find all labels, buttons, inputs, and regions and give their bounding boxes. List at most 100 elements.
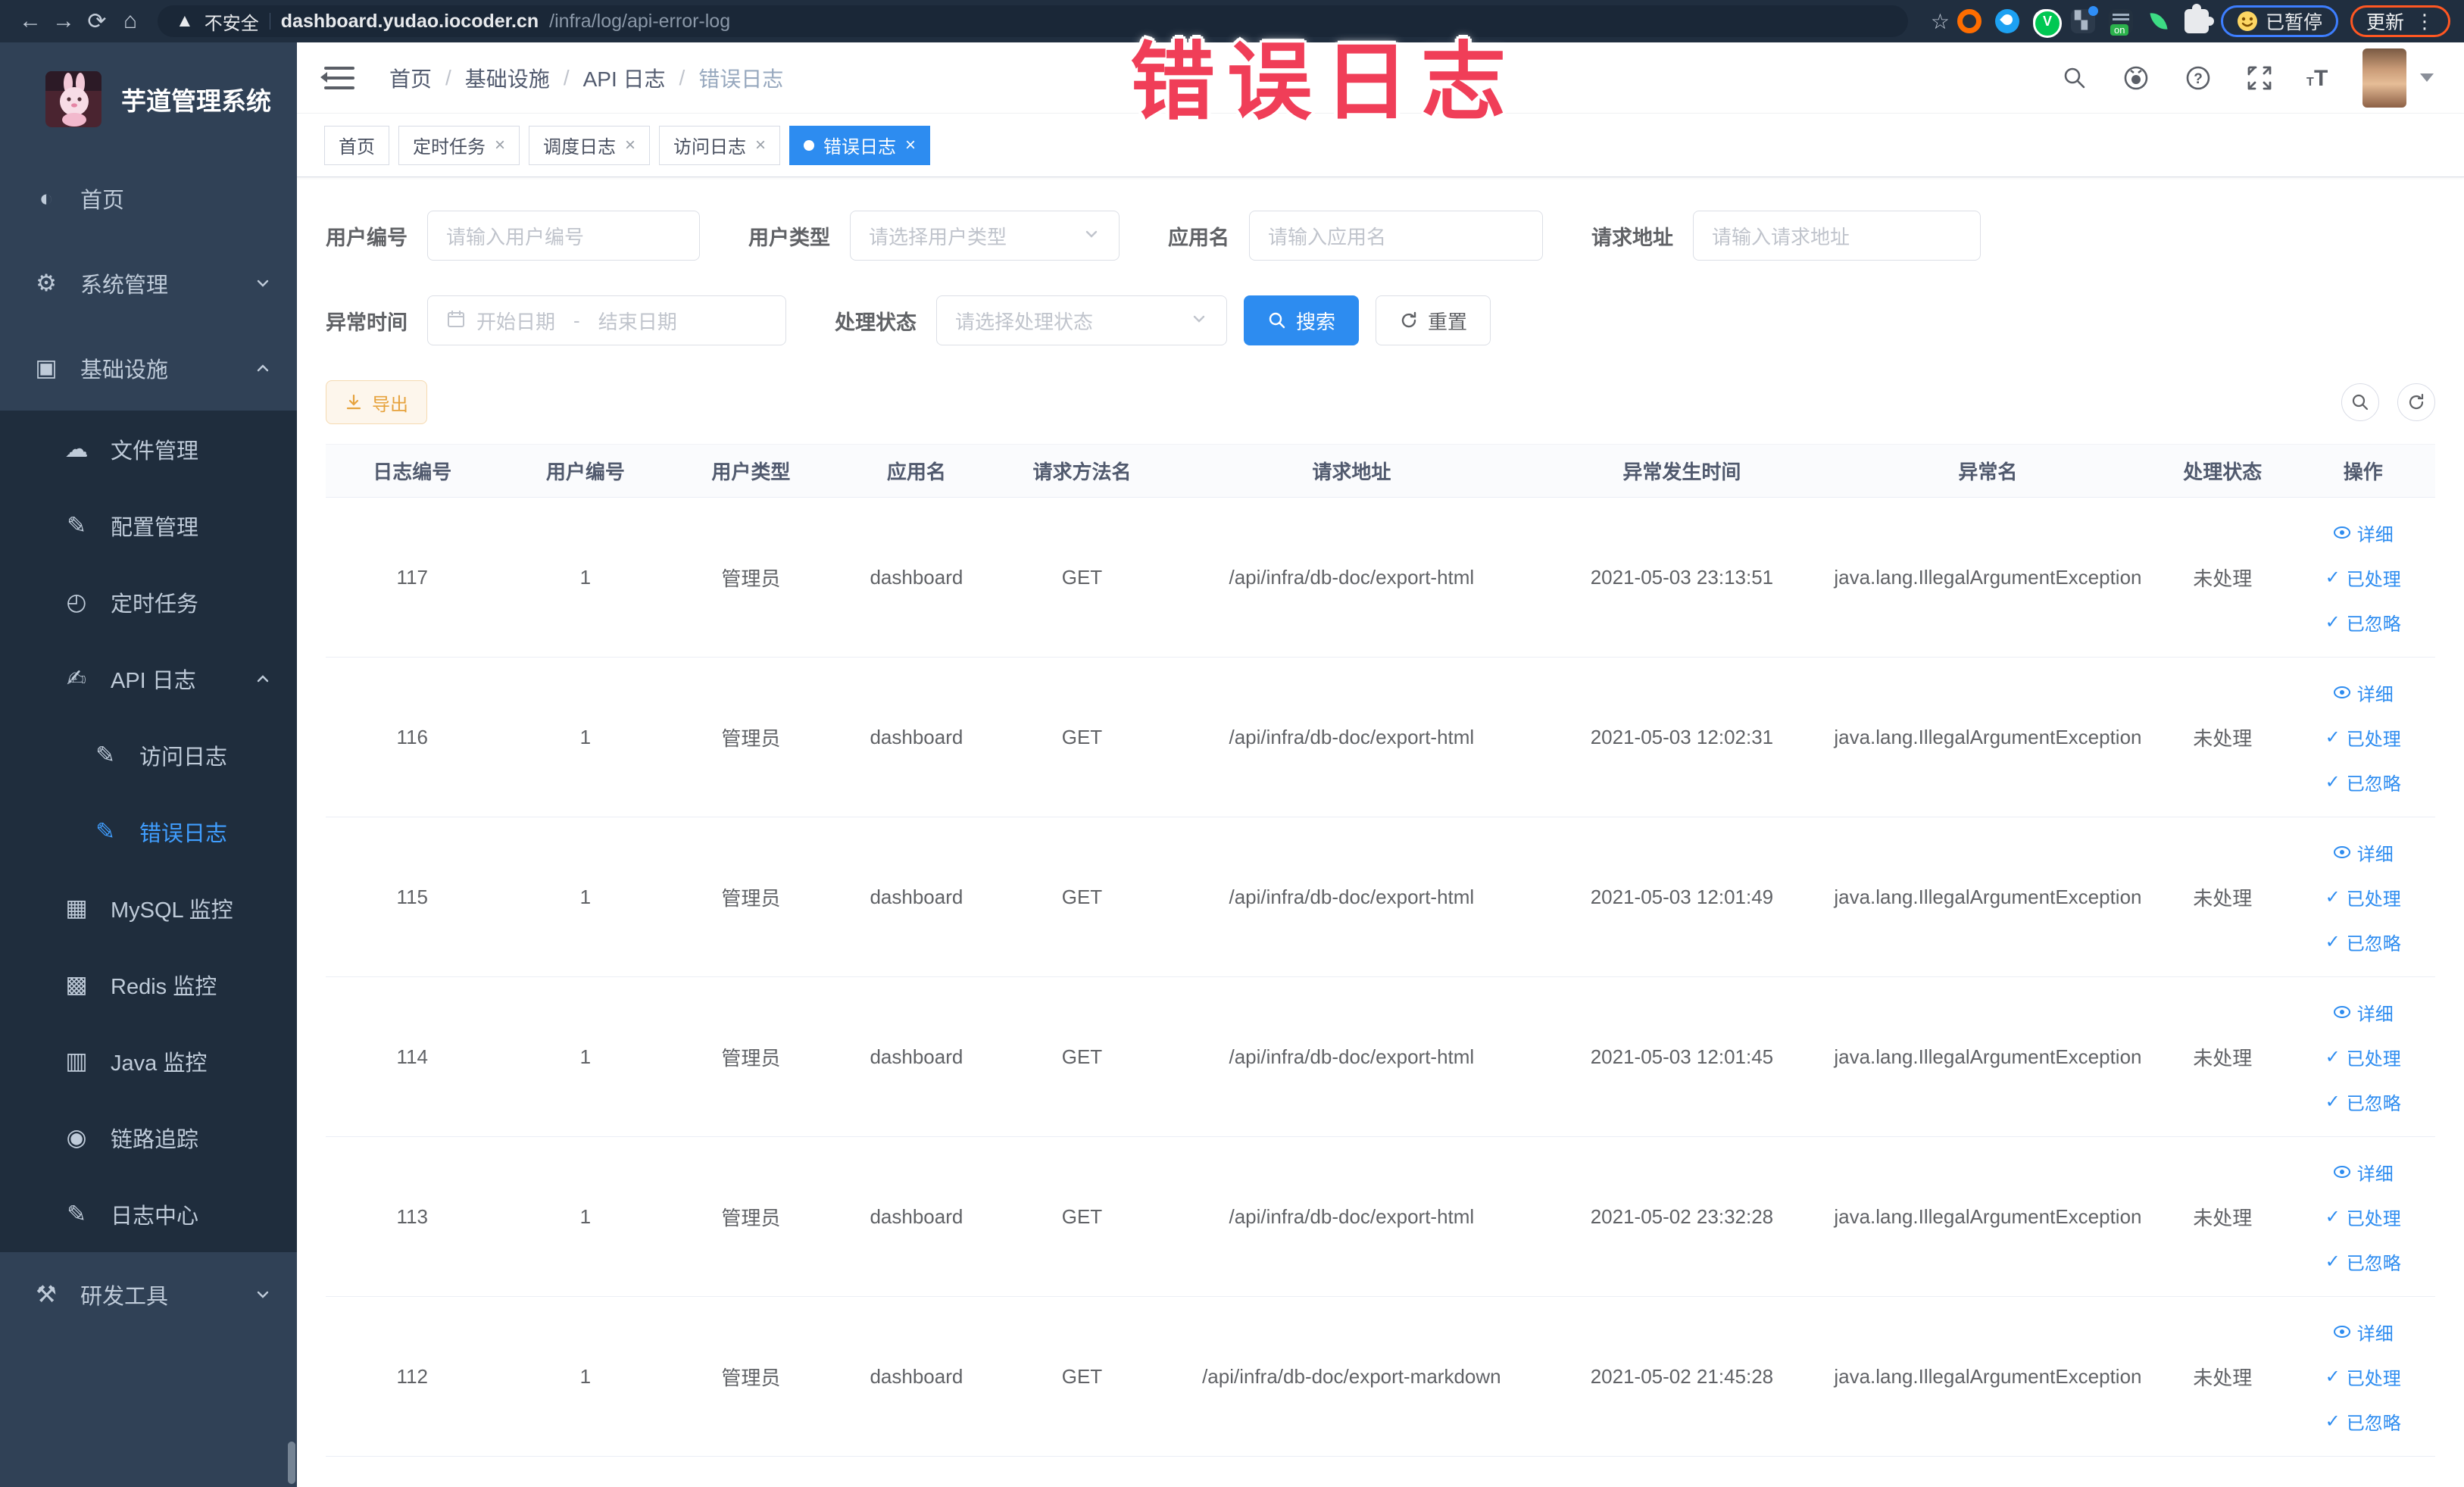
sidebar-item-scheduled-tasks[interactable]: ◴ 定时任务 — [0, 564, 297, 640]
tab-schedule-log[interactable]: 调度日志 × — [529, 125, 651, 165]
extension-leaf-icon[interactable] — [2147, 9, 2171, 33]
action-processed-link[interactable]: ✓ 已处理 — [2325, 724, 2401, 751]
bookmark-star-icon[interactable]: ☆ — [1931, 9, 1950, 34]
user-type-select[interactable]: 请选择用户类型 — [850, 211, 1120, 261]
user-menu-caret-icon[interactable] — [2420, 73, 2434, 89]
forward-icon[interactable]: → — [47, 8, 80, 34]
request-url-label: 请求地址 — [1591, 226, 1673, 249]
browser-menu-kebab-icon[interactable]: ⋮ — [2415, 10, 2434, 33]
sidebar-item-infrastructure[interactable]: ▣ 基础设施 — [0, 326, 297, 411]
close-icon[interactable]: × — [625, 135, 636, 156]
breadcrumb-home[interactable]: 首页 — [389, 63, 432, 93]
action-detail-link[interactable]: 详细 — [2333, 1319, 2394, 1345]
action-detail-link[interactable]: 详细 — [2333, 520, 2394, 546]
action-detail-link[interactable]: 详细 — [2333, 999, 2394, 1026]
extension-green-v-icon[interactable] — [2032, 9, 2062, 38]
sidebar-collapse-icon[interactable] — [320, 65, 354, 91]
col-status: 处理状态 — [2153, 444, 2291, 498]
action-processed-link[interactable]: ✓ 已处理 — [2325, 1044, 2401, 1070]
action-ignored-link[interactable]: ✓ 已忽略 — [2325, 1248, 2401, 1275]
help-icon[interactable]: ? — [2184, 64, 2213, 92]
extension-orange-icon[interactable] — [1957, 9, 1982, 33]
cell-app-name: dashboard — [870, 565, 963, 589]
action-processed-link[interactable]: ✓ 已处理 — [2325, 884, 2401, 911]
request-url-input[interactable]: 请输入请求地址 — [1693, 211, 1981, 261]
close-icon[interactable]: × — [495, 135, 505, 156]
toggle-search-button[interactable] — [2341, 383, 2379, 421]
sidebar-item-api-log[interactable]: ✍ API 日志 — [0, 640, 297, 717]
search-button[interactable]: 搜索 — [1244, 295, 1360, 345]
action-ignored-link[interactable]: ✓ 已忽略 — [2325, 1089, 2401, 1115]
process-status-select[interactable]: 请选择处理状态 — [936, 295, 1227, 345]
action-processed-link[interactable]: ✓ 已处理 — [2325, 1204, 2401, 1230]
extension-icons — [1957, 4, 2214, 38]
cell-user-id: 1 — [579, 1204, 592, 1228]
exception-time-range-picker[interactable]: 开始日期 - 结束日期 — [427, 295, 786, 345]
sidebar-item-log-center[interactable]: ✎ 日志中心 — [0, 1176, 297, 1252]
action-detail-link[interactable]: 详细 — [2333, 839, 2394, 866]
tab-scheduled-tasks[interactable]: 定时任务 × — [398, 125, 520, 165]
tab-error-log[interactable]: 错误日志 × — [789, 125, 931, 165]
update-button[interactable]: 更新 ⋮ — [2350, 5, 2450, 37]
github-icon[interactable] — [2122, 64, 2150, 92]
action-detail-link[interactable]: 详细 — [2333, 1159, 2394, 1186]
close-icon[interactable]: × — [755, 135, 766, 156]
action-detail-link[interactable]: 详细 — [2333, 679, 2394, 706]
redis-icon: ▩ — [65, 970, 88, 998]
sidebar-item-system-management[interactable]: ⚙ 系统管理 — [0, 241, 297, 326]
sidebar-item-java-monitor[interactable]: ▥ Java 监控 — [0, 1023, 297, 1099]
access-log-icon: ✎ — [95, 741, 115, 768]
smiley-icon — [2237, 11, 2257, 31]
action-ignored-link[interactable]: ✓ 已忽略 — [2325, 769, 2401, 795]
paused-badge[interactable]: 已暂停 — [2220, 5, 2338, 37]
back-icon[interactable]: ← — [14, 8, 47, 34]
app-logo-row[interactable]: 芋道管理系统 — [0, 42, 297, 156]
cell-user-type: 管理员 — [721, 886, 781, 910]
address-bar[interactable]: ▲ 不安全 dashboard.yudao.iocoder.cn /infra/… — [158, 5, 1908, 37]
font-size-icon[interactable]: TT — [2306, 64, 2337, 92]
sidebar-item-home[interactable]: ◐ 首页 — [0, 156, 297, 241]
reload-icon[interactable]: ⟳ — [80, 8, 114, 35]
export-button[interactable]: 导出 — [326, 380, 427, 424]
breadcrumb-infrastructure[interactable]: 基础设施 — [465, 63, 550, 93]
sidebar-scrollbar[interactable] — [288, 1442, 295, 1484]
action-processed-link[interactable]: ✓ 已处理 — [2325, 1364, 2401, 1390]
table-row: 116 1 管理员 dashboard GET /api/infra/db-do… — [326, 657, 2435, 817]
close-icon[interactable]: × — [905, 135, 916, 156]
extension-grid-icon[interactable] — [2070, 6, 2098, 33]
cell-user-id: 1 — [579, 1364, 592, 1388]
user-avatar[interactable] — [2363, 48, 2406, 108]
search-icon[interactable] — [2061, 64, 2088, 92]
fullscreen-icon[interactable] — [2246, 64, 2273, 92]
exception-time-label: 异常时间 — [326, 311, 408, 334]
table-toolbar: 导出 — [326, 380, 2435, 424]
breadcrumb-api-log[interactable]: API 日志 — [583, 63, 666, 93]
log-note-icon: ✍ — [67, 664, 86, 692]
check-icon: ✓ — [2325, 931, 2341, 952]
sidebar-item-file-management[interactable]: ☁ 文件管理 — [0, 411, 297, 487]
sidebar-item-trace[interactable]: ◉ 链路追踪 — [0, 1099, 297, 1176]
tab-home[interactable]: 首页 — [324, 125, 389, 165]
action-ignored-link[interactable]: ✓ 已忽略 — [2325, 929, 2401, 955]
action-ignored-link[interactable]: ✓ 已忽略 — [2325, 609, 2401, 636]
home-icon[interactable]: ⌂ — [114, 8, 147, 34]
sidebar-item-access-log[interactable]: ✎ 访问日志 — [0, 717, 297, 793]
app-name-input[interactable]: 请输入应用名 — [1249, 211, 1543, 261]
sidebar-item-config-management[interactable]: ✎ 配置管理 — [0, 487, 297, 564]
tab-access-log[interactable]: 访问日志 × — [659, 125, 781, 165]
update-label: 更新 — [2366, 12, 2404, 33]
action-processed-link[interactable]: ✓ 已处理 — [2325, 564, 2401, 591]
extensions-puzzle-icon[interactable] — [2184, 4, 2214, 33]
sidebar-item-mysql-monitor[interactable]: ▦ MySQL 监控 — [0, 870, 297, 946]
user-id-input[interactable]: 请输入用户编号 — [427, 211, 700, 261]
extension-blue-pin-icon[interactable] — [1994, 9, 2019, 33]
sidebar-item-dev-tools[interactable]: ⚒ 研发工具 — [0, 1252, 297, 1337]
sidebar-item-error-log[interactable]: ✎ 错误日志 — [0, 793, 297, 870]
cell-exception-name: java.lang.IllegalArgumentException — [1834, 1045, 2142, 1068]
refresh-button[interactable] — [2397, 383, 2435, 421]
extension-on-switch-icon[interactable] — [2108, 9, 2133, 36]
sidebar-item-redis-monitor[interactable]: ▩ Redis 监控 — [0, 946, 297, 1023]
action-ignored-link[interactable]: ✓ 已忽略 — [2325, 1408, 2401, 1435]
reset-button[interactable]: 重置 — [1376, 295, 1491, 345]
process-status-label: 处理状态 — [835, 311, 917, 334]
